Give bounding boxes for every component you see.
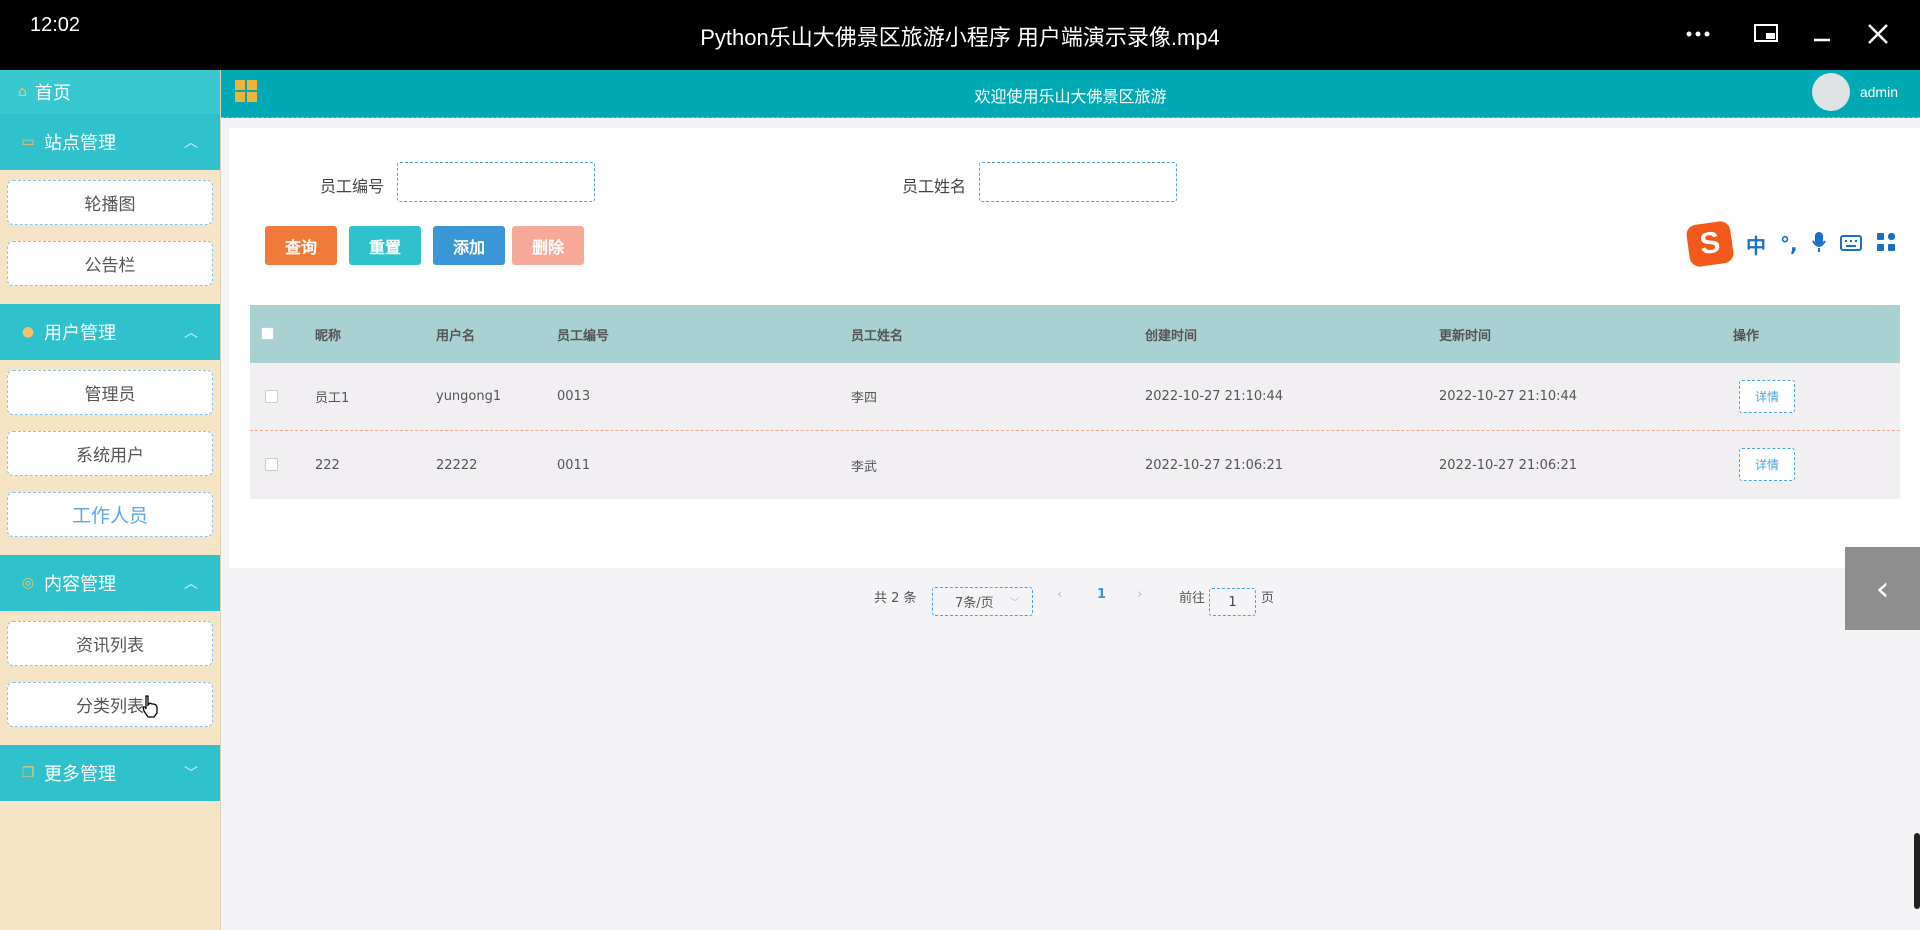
sidebar-group-users[interactable]: ● 用户管理 ︿ (0, 304, 220, 360)
ime-toolbar: S 中 °, (1685, 220, 1920, 268)
cell-nickname: 员工1 (315, 391, 350, 406)
sidebar-group-content-items: 资讯列表 分类列表 (0, 611, 220, 745)
monitor-icon: ▭ (21, 134, 35, 150)
emp-name-label: 员工姓名 (902, 177, 967, 196)
goto-label: 前往 (1179, 591, 1206, 606)
sidebar-item-news[interactable]: 资讯列表 (7, 621, 213, 666)
query-button[interactable]: 查询 (265, 226, 337, 265)
page-number-current[interactable]: 1 (1097, 587, 1106, 602)
user-icon: ● (21, 324, 35, 340)
sidebar: ⌂ 首页 ▭ 站点管理 ︿ 轮播图 公告栏 ● 用户管理 ︿ 管理员 系统用户 … (0, 70, 221, 930)
video-title: Python乐山大佛景区旅游小程序 用户端演示录像.mp4 (700, 25, 1220, 50)
home-icon: ⌂ (18, 84, 27, 100)
cell-created: 2022-10-27 21:10:44 (1145, 389, 1284, 404)
table-row[interactable]: 员工1 yungong1 0013 李四 2022-10-27 21:10:44… (250, 363, 1900, 431)
hand-cursor-icon (140, 694, 160, 718)
sidebar-group-more[interactable]: ❐ 更多管理 ﹀ (0, 745, 220, 801)
cell-emp-name: 李四 (851, 391, 878, 406)
sidebar-item-carousel[interactable]: 轮播图 (7, 180, 213, 225)
prev-page-icon[interactable]: ‹ (1057, 587, 1062, 602)
picture-in-picture-icon[interactable] (1748, 16, 1784, 52)
col-username: 用户名 (436, 328, 476, 344)
cell-updated: 2022-10-27 21:10:44 (1439, 389, 1578, 404)
ime-chinese-mode[interactable]: 中 (1746, 230, 1766, 259)
sidebar-group-users-items: 管理员 系统用户 工作人员 (0, 360, 220, 555)
minimize-icon[interactable] (1804, 16, 1840, 52)
table-row[interactable]: 222 22222 0011 李武 2022-10-27 21:06:21 20… (250, 431, 1900, 499)
emp-no-input[interactable] (397, 162, 595, 202)
sidebar-item-system-users[interactable]: 系统用户 (7, 431, 213, 476)
sidebar-item-admin[interactable]: 管理员 (7, 370, 213, 415)
sidebar-home[interactable]: ⌂ 首页 (0, 70, 220, 114)
keyboard-icon[interactable] (1839, 232, 1862, 256)
detail-button[interactable]: 详情 (1739, 380, 1795, 413)
cell-username: 22222 (436, 457, 478, 473)
emp-name-input[interactable] (979, 162, 1177, 202)
admin-app: ⌂ 首页 ▭ 站点管理 ︿ 轮播图 公告栏 ● 用户管理 ︿ 管理员 系统用户 … (0, 70, 1920, 930)
sidebar-group-label: 更多管理 (44, 764, 116, 785)
col-emp-no: 员工编号 (557, 328, 610, 344)
sidebar-group-label: 内容管理 (44, 574, 116, 595)
microphone-icon[interactable] (1811, 231, 1826, 258)
video-player-titlebar: 12:02 Python乐山大佛景区旅游小程序 用户端演示录像.mp4 (0, 0, 1920, 70)
pagination-total: 共 2 条 (874, 591, 917, 606)
row-checkbox[interactable] (265, 390, 278, 403)
col-emp-name: 员工姓名 (851, 328, 904, 344)
cell-updated: 2022-10-27 21:06:21 (1439, 457, 1578, 473)
col-updated: 更新时间 (1439, 328, 1492, 344)
next-page-icon[interactable]: › (1137, 587, 1142, 602)
more-icon[interactable] (1680, 16, 1716, 52)
cell-username: yungong1 (436, 389, 502, 404)
sogou-logo[interactable]: S (1685, 220, 1735, 268)
sidebar-group-content[interactable]: ◎ 内容管理 ︿ (0, 555, 220, 611)
chevron-up-icon: ︿ (184, 576, 198, 592)
chevron-up-icon: ︿ (184, 325, 198, 341)
chevron-down-icon: ﹀ (1009, 598, 1020, 609)
col-nickname: 昵称 (315, 328, 342, 344)
chevron-up-icon: ︿ (184, 135, 198, 151)
row-checkbox[interactable] (265, 458, 278, 471)
detail-button[interactable]: 详情 (1739, 448, 1795, 481)
close-icon[interactable] (1860, 16, 1896, 52)
page-unit-label: 页 (1261, 591, 1275, 606)
goto-page-input[interactable]: 1 (1209, 588, 1256, 616)
reset-button[interactable]: 重置 (349, 226, 421, 265)
cell-emp-no: 0013 (557, 389, 591, 404)
sidebar-group-label: 用户管理 (44, 323, 116, 344)
welcome-text: 欢迎使用乐山大佛景区旅游 (974, 87, 1167, 106)
sidebar-item-notice[interactable]: 公告栏 (7, 241, 213, 286)
add-button[interactable]: 添加 (433, 226, 505, 265)
top-header: 欢迎使用乐山大佛景区旅游 admin (221, 70, 1920, 118)
page-size-value: 7条/页 (955, 596, 994, 611)
col-action: 操作 (1733, 328, 1760, 344)
toolbox-grid-icon[interactable] (1876, 232, 1896, 257)
cell-emp-name: 李武 (851, 459, 878, 475)
user-name[interactable]: admin (1860, 84, 1898, 100)
chevron-down-icon: ﹀ (184, 766, 198, 782)
select-all-checkbox[interactable] (261, 327, 274, 340)
table-header: 昵称 用户名 员工编号 员工姓名 创建时间 更新时间 操作 (250, 305, 1900, 363)
content-icon: ◎ (21, 575, 35, 591)
page-size-select[interactable]: 7条/页 ﹀ (932, 587, 1033, 616)
emp-no-label: 员工编号 (320, 177, 385, 196)
cell-nickname: 222 (315, 457, 340, 473)
staff-table: 昵称 用户名 员工编号 员工姓名 创建时间 更新时间 操作 员工1 yungon… (250, 305, 1900, 499)
col-created: 创建时间 (1145, 328, 1198, 344)
sidebar-home-label: 首页 (34, 83, 71, 104)
sidebar-group-site-items: 轮播图 公告栏 (0, 170, 220, 304)
sidebar-item-categories[interactable]: 分类列表 (7, 682, 213, 727)
sidebar-group-label: 站点管理 (44, 133, 116, 154)
ime-punctuation[interactable]: °, (1780, 232, 1798, 256)
cell-created: 2022-10-27 21:06:21 (1145, 457, 1284, 473)
copy-icon: ❐ (21, 765, 35, 781)
chevron-left-icon[interactable]: ‹ (1845, 547, 1920, 630)
scrollbar-thumb[interactable] (1914, 833, 1920, 909)
cell-emp-no: 0011 (557, 457, 591, 473)
sidebar-item-staff[interactable]: 工作人员 (7, 492, 213, 537)
delete-button[interactable]: 删除 (512, 226, 584, 265)
sidebar-group-site[interactable]: ▭ 站点管理 ︿ (0, 114, 220, 170)
avatar[interactable] (1812, 73, 1850, 111)
